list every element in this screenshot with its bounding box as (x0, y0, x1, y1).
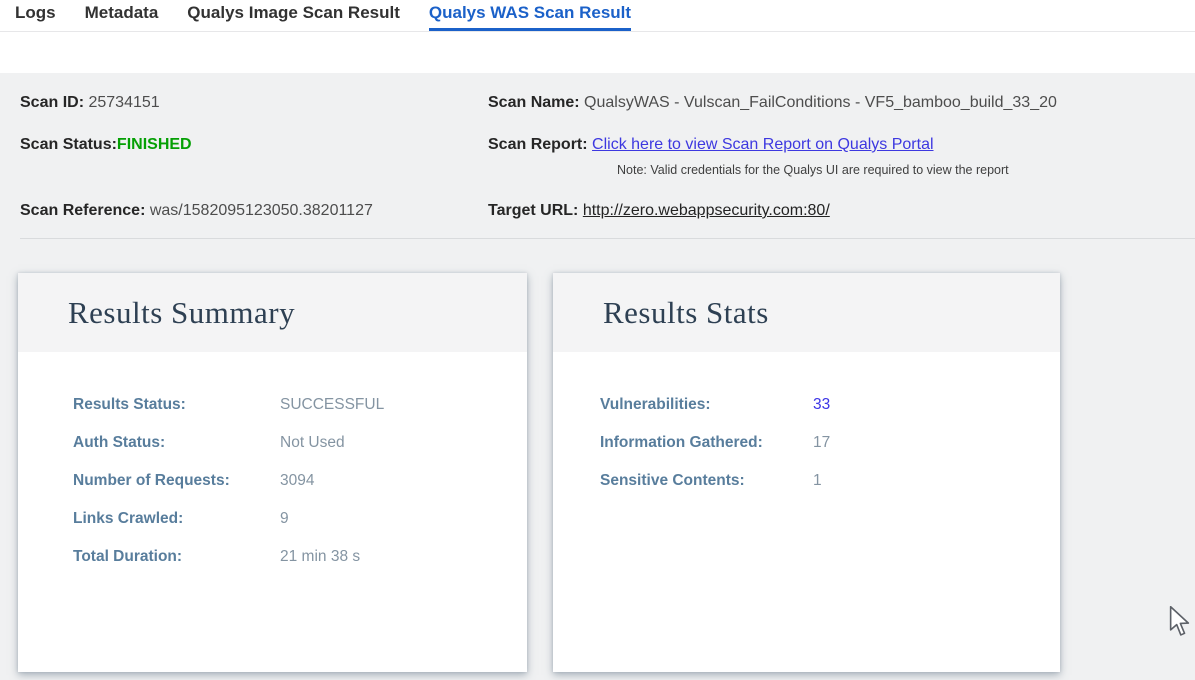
scan-reference-row: Scan Reference: was/1582095123050.382011… (20, 202, 373, 220)
scan-name-row: Scan Name: QualsyWAS - Vulscan_FailCondi… (488, 94, 1195, 112)
results-stats-body: Vulnerabilities: 33 Information Gathered… (553, 352, 1060, 491)
scan-result-panel: Scan ID: 25734151 Scan Status:FINISHED S… (0, 73, 1195, 680)
scan-status-label: Scan Status: (20, 136, 117, 153)
scan-report-row: Scan Report: Click here to view Scan Rep… (488, 136, 1195, 154)
links-crawled-value: 9 (280, 510, 289, 527)
scan-status-value: FINISHED (116, 136, 192, 153)
target-url-link[interactable]: http://zero.webappsecurity.com:80/ (583, 202, 830, 219)
info-divider (20, 238, 1195, 239)
scan-id-value: 25734151 (88, 94, 160, 111)
scan-reference-value: was/1582095123050.38201127 (149, 202, 373, 219)
auth-status-label: Auth Status: (73, 434, 166, 451)
scan-report-link[interactable]: Click here to view Scan Report on Qualys… (592, 136, 933, 153)
results-summary-body: Results Status: SUCCESSFUL Auth Status: … (18, 352, 527, 567)
total-duration-value: 21 min 38 s (280, 548, 361, 565)
scan-report-label: Scan Report: (488, 136, 588, 153)
scan-status-row: Scan Status:FINISHED (20, 136, 192, 154)
results-status-value: SUCCESSFUL (280, 396, 385, 413)
sensitive-contents-label: Sensitive Contents: (600, 472, 745, 489)
results-stats-header: Results Stats (553, 273, 1060, 352)
results-summary-header: Results Summary (18, 273, 527, 352)
results-stats-title: Results Stats (603, 294, 769, 330)
information-gathered-label: Information Gathered: (600, 434, 763, 451)
scan-id-row: Scan ID: 25734151 (20, 94, 160, 112)
number-of-requests-value: 3094 (280, 472, 315, 489)
target-url-label: Target URL: (488, 202, 579, 219)
vulnerabilities-count-link[interactable]: 33 (813, 395, 830, 415)
scan-reference-label: Scan Reference: (20, 202, 146, 219)
results-summary-card: Results Summary Results Status: SUCCESSF… (18, 273, 527, 672)
tab-logs[interactable]: Logs (15, 0, 56, 31)
results-status-row: Results Status: SUCCESSFUL (18, 395, 527, 415)
total-duration-label: Total Duration: (73, 548, 183, 565)
sensitive-contents-value: 1 (813, 472, 822, 489)
tab-qualys-image-scan-result[interactable]: Qualys Image Scan Result (187, 0, 400, 31)
information-gathered-value: 17 (813, 434, 831, 451)
results-summary-title: Results Summary (68, 294, 296, 330)
number-of-requests-label: Number of Requests: (73, 472, 230, 489)
mouse-cursor-icon (1169, 606, 1190, 636)
auth-status-value: Not Used (280, 434, 345, 451)
information-gathered-row: Information Gathered: 17 (553, 433, 1060, 453)
scan-report-note: Note: Valid credentials for the Qualys U… (617, 163, 1009, 177)
tab-qualys-was-scan-result[interactable]: Qualys WAS Scan Result (428, 0, 632, 31)
results-stats-card: Results Stats Vulnerabilities: 33 Inform… (553, 273, 1060, 672)
total-duration-row: Total Duration: 21 min 38 s (18, 547, 527, 567)
tab-bar: Logs Metadata Qualys Image Scan Result Q… (0, 0, 1195, 32)
scan-id-label: Scan ID: (20, 94, 85, 111)
results-status-label: Results Status: (73, 396, 186, 413)
vulnerabilities-row: Vulnerabilities: 33 (553, 395, 1060, 415)
links-crawled-label: Links Crawled: (73, 510, 184, 527)
target-url-row: Target URL: http://zero.webappsecurity.c… (488, 202, 1195, 220)
auth-status-row: Auth Status: Not Used (18, 433, 527, 453)
vulnerabilities-label: Vulnerabilities: (600, 396, 711, 413)
scan-name-label: Scan Name: (488, 94, 580, 111)
tab-metadata[interactable]: Metadata (85, 0, 159, 31)
sensitive-contents-row: Sensitive Contents: 1 (553, 471, 1060, 491)
links-crawled-row: Links Crawled: 9 (18, 509, 527, 529)
scan-name-value: QualsyWAS - Vulscan_FailConditions - VF5… (584, 94, 1057, 111)
number-of-requests-row: Number of Requests: 3094 (18, 471, 527, 491)
